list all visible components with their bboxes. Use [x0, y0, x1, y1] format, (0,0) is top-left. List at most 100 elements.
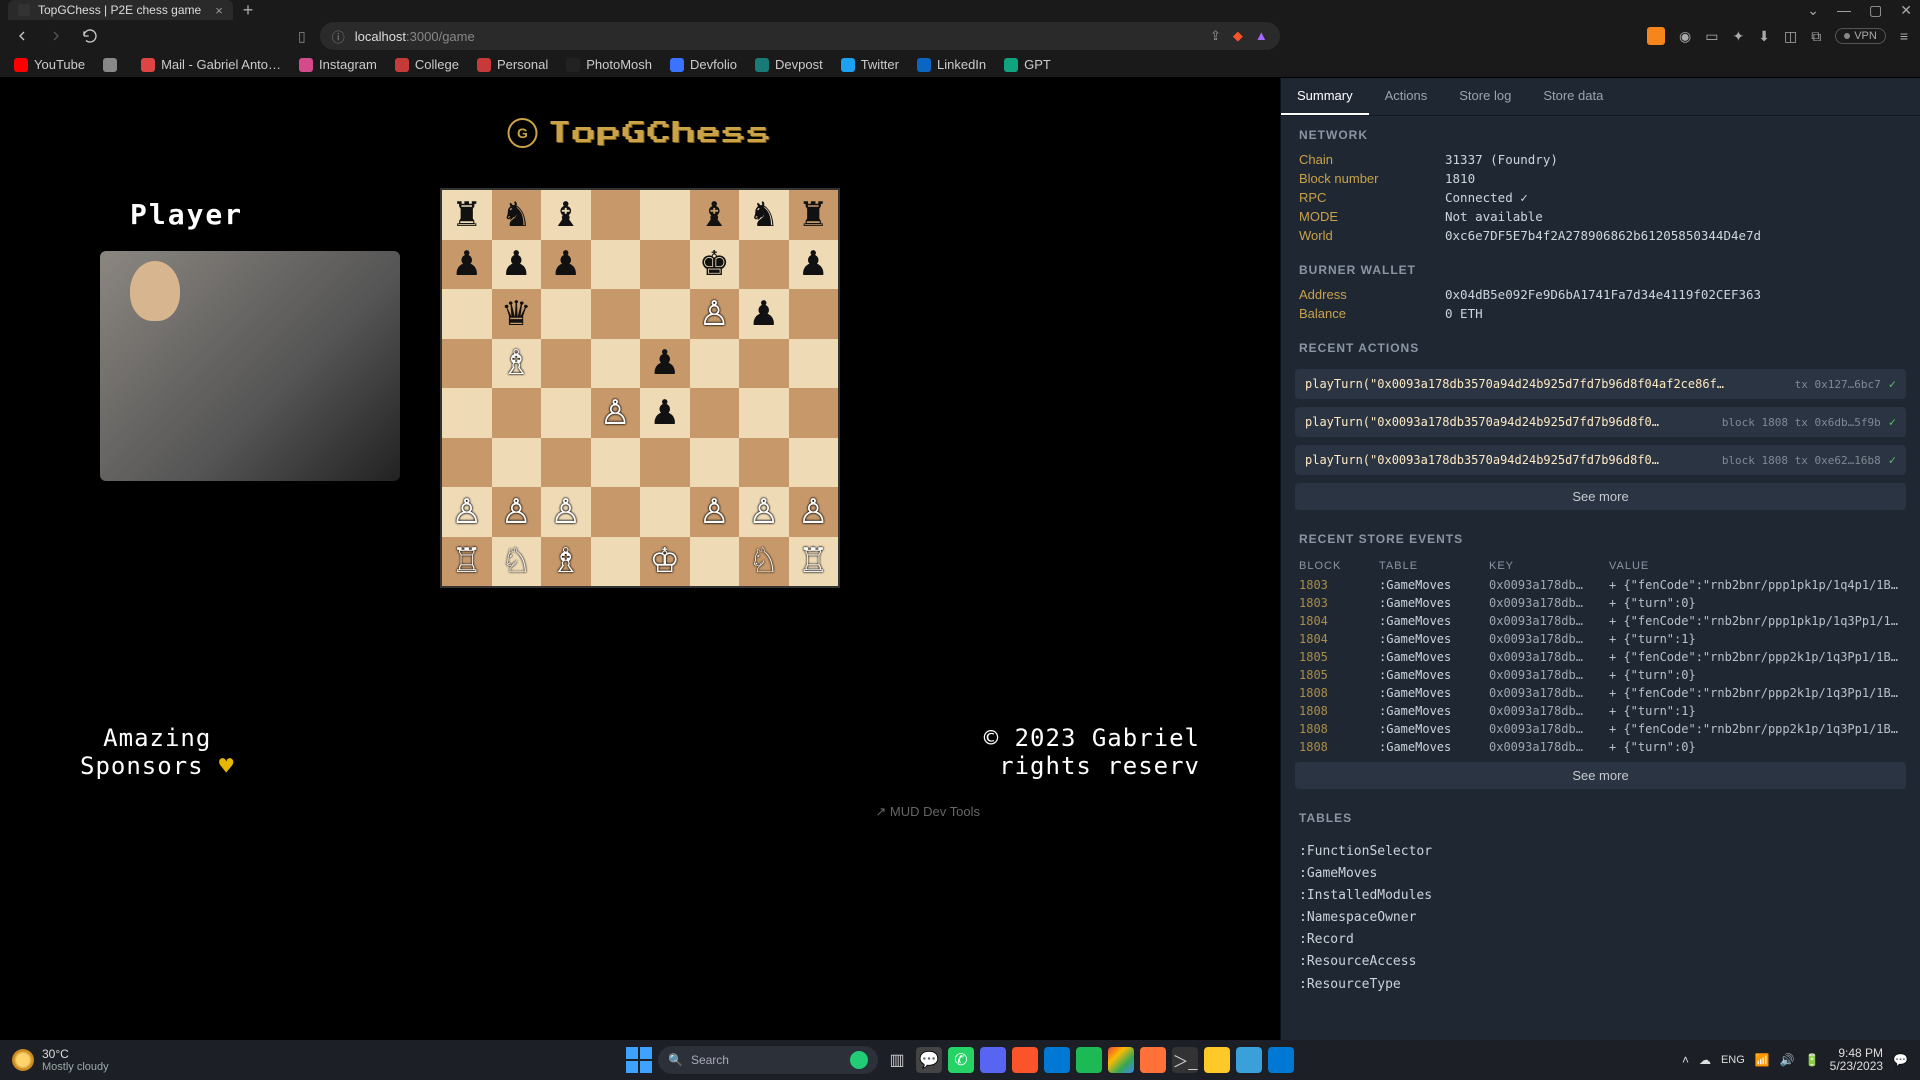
- board-square[interactable]: [591, 438, 641, 488]
- bookmark-item[interactable]: Devpost: [755, 57, 823, 72]
- board-square[interactable]: [640, 190, 690, 240]
- board-square[interactable]: [789, 388, 839, 438]
- event-row[interactable]: 1804:GameMoves0x0093a178db…+ {"fenCode":…: [1281, 612, 1920, 630]
- panel-tab[interactable]: Store data: [1527, 78, 1619, 115]
- start-button[interactable]: [626, 1047, 652, 1073]
- table-item[interactable]: :GameMoves: [1299, 863, 1902, 885]
- board-square[interactable]: [739, 240, 789, 290]
- board-square[interactable]: [690, 537, 740, 587]
- bookmark-item[interactable]: Mail - Gabriel Anto…: [141, 57, 281, 72]
- board-square[interactable]: ♟: [640, 339, 690, 389]
- downloads-icon[interactable]: ⬇: [1758, 28, 1770, 45]
- board-square[interactable]: ♙: [591, 388, 641, 438]
- taskbar-whatsapp-icon[interactable]: ✆: [948, 1047, 974, 1073]
- extensions-icon[interactable]: ✦: [1733, 28, 1745, 45]
- taskbar-terminal-icon[interactable]: ＞_: [1172, 1047, 1198, 1073]
- bookmark-item[interactable]: YouTube: [14, 57, 85, 72]
- bookmark-item[interactable]: LinkedIn: [917, 57, 986, 72]
- board-square[interactable]: [591, 487, 641, 537]
- site-info-icon[interactable]: ⓘ: [332, 27, 345, 46]
- vpn-badge[interactable]: VPN: [1835, 28, 1886, 44]
- taskbar-chrome-icon[interactable]: [1108, 1047, 1134, 1073]
- board-square[interactable]: [442, 388, 492, 438]
- taskbar-discord-icon[interactable]: [980, 1047, 1006, 1073]
- board-square[interactable]: ♘: [739, 537, 789, 587]
- table-item[interactable]: :FunctionSelector: [1299, 841, 1902, 863]
- board-square[interactable]: [739, 339, 789, 389]
- taskbar-chat-icon[interactable]: 💬: [916, 1047, 942, 1073]
- event-row[interactable]: 1808:GameMoves0x0093a178db…+ {"fenCode":…: [1281, 720, 1920, 738]
- board-square[interactable]: [789, 339, 839, 389]
- action-row[interactable]: playTurn("0x0093a178db3570a94d24b925d7fd…: [1295, 369, 1906, 399]
- taskbar-search[interactable]: 🔍 Search: [658, 1046, 878, 1074]
- board-square[interactable]: ♙: [690, 487, 740, 537]
- brave-rewards-icon[interactable]: ▲: [1255, 28, 1268, 44]
- window-maximize-icon[interactable]: ▢: [1869, 2, 1882, 19]
- board-square[interactable]: [789, 289, 839, 339]
- taskbar-firefox-icon[interactable]: [1140, 1047, 1166, 1073]
- board-square[interactable]: [690, 438, 740, 488]
- board-square[interactable]: ♟: [789, 240, 839, 290]
- board-square[interactable]: ♔: [640, 537, 690, 587]
- bookmark-item[interactable]: [103, 58, 123, 72]
- board-square[interactable]: [591, 537, 641, 587]
- new-tab-button[interactable]: +: [243, 0, 254, 21]
- wallet-icon[interactable]: ▭: [1705, 28, 1718, 45]
- screenshot-icon[interactable]: ⧉: [1811, 28, 1821, 45]
- board-square[interactable]: [492, 438, 542, 488]
- table-item[interactable]: :NamespaceOwner: [1299, 907, 1902, 929]
- board-square[interactable]: [591, 339, 641, 389]
- taskbar-vscode2-icon[interactable]: [1268, 1047, 1294, 1073]
- bookmark-icon[interactable]: ▯: [298, 28, 306, 45]
- board-square[interactable]: ♞: [492, 190, 542, 240]
- board-square[interactable]: ♙: [492, 487, 542, 537]
- bookmark-item[interactable]: Personal: [477, 57, 548, 72]
- events-see-more[interactable]: See more: [1295, 762, 1906, 789]
- table-item[interactable]: :ResourceType: [1299, 974, 1902, 996]
- sidebar-icon[interactable]: ◫: [1784, 28, 1797, 45]
- board-square[interactable]: ♟: [739, 289, 789, 339]
- board-square[interactable]: ♟: [541, 240, 591, 290]
- action-row[interactable]: playTurn("0x0093a178db3570a94d24b925d7fd…: [1295, 407, 1906, 437]
- event-row[interactable]: 1803:GameMoves0x0093a178db…+ {"fenCode":…: [1281, 576, 1920, 594]
- board-square[interactable]: ♙: [690, 289, 740, 339]
- board-square[interactable]: [640, 240, 690, 290]
- browser-tab[interactable]: TopGChess | P2E chess game ×: [8, 0, 233, 20]
- url-bar[interactable]: ⓘ localhost:3000/game ⇪ ◆ ▲: [320, 22, 1280, 50]
- profile-icon[interactable]: ◉: [1679, 28, 1691, 45]
- panel-tab[interactable]: Summary: [1281, 78, 1369, 115]
- window-dropdown-icon[interactable]: ⌄: [1807, 2, 1819, 19]
- taskbar-taskview-icon[interactable]: ▥: [884, 1047, 910, 1073]
- taskbar-spotify-icon[interactable]: [1076, 1047, 1102, 1073]
- menu-icon[interactable]: ≡: [1900, 28, 1908, 44]
- board-square[interactable]: [541, 388, 591, 438]
- share-icon[interactable]: ⇪: [1210, 28, 1221, 44]
- board-square[interactable]: ♟: [492, 240, 542, 290]
- board-square[interactable]: ♙: [541, 487, 591, 537]
- board-square[interactable]: [442, 289, 492, 339]
- board-square[interactable]: ♙: [442, 487, 492, 537]
- event-row[interactable]: 1805:GameMoves0x0093a178db…+ {"turn":0}: [1281, 666, 1920, 684]
- tray-onedrive-icon[interactable]: ☁: [1699, 1053, 1711, 1067]
- action-row[interactable]: playTurn("0x0093a178db3570a94d24b925d7fd…: [1295, 445, 1906, 475]
- board-square[interactable]: ♙: [789, 487, 839, 537]
- event-row[interactable]: 1803:GameMoves0x0093a178db…+ {"turn":0}: [1281, 594, 1920, 612]
- bookmark-item[interactable]: GPT: [1004, 57, 1051, 72]
- event-row[interactable]: 1808:GameMoves0x0093a178db…+ {"fenCode":…: [1281, 684, 1920, 702]
- tray-notifications-icon[interactable]: 💬: [1893, 1053, 1908, 1067]
- actions-see-more[interactable]: See more: [1295, 483, 1906, 510]
- tray-battery-icon[interactable]: 🔋: [1805, 1053, 1820, 1067]
- table-item[interactable]: :Record: [1299, 929, 1902, 951]
- panel-tab[interactable]: Store log: [1443, 78, 1527, 115]
- taskbar-brave-icon[interactable]: [1012, 1047, 1038, 1073]
- board-square[interactable]: ♟: [442, 240, 492, 290]
- board-square[interactable]: ♗: [492, 339, 542, 389]
- bookmark-item[interactable]: Instagram: [299, 57, 377, 72]
- board-square[interactable]: [492, 388, 542, 438]
- board-square[interactable]: [442, 339, 492, 389]
- taskbar-notepad-icon[interactable]: [1236, 1047, 1262, 1073]
- board-square[interactable]: [690, 388, 740, 438]
- taskbar-explorer-icon[interactable]: [1204, 1047, 1230, 1073]
- board-square[interactable]: ♖: [442, 537, 492, 587]
- board-square[interactable]: [640, 438, 690, 488]
